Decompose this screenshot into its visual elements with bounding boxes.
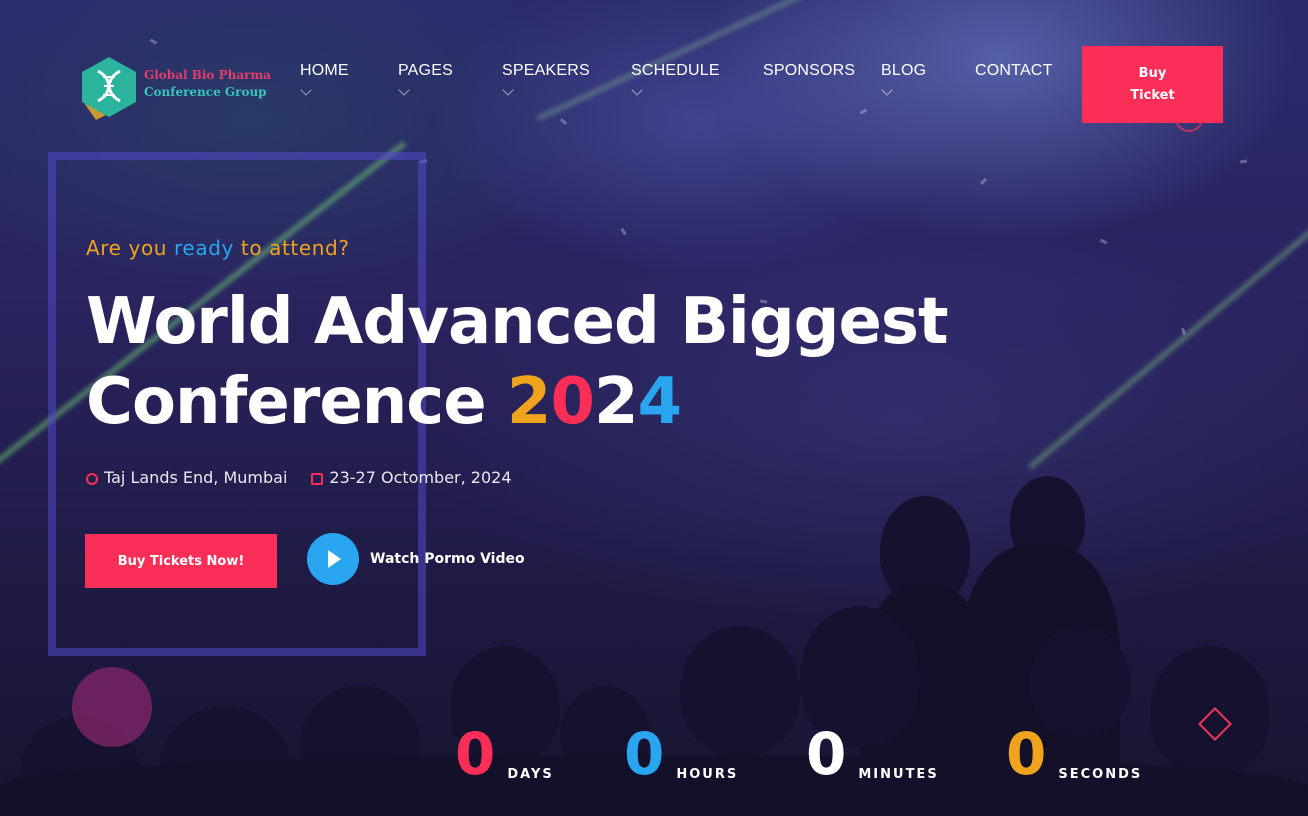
chevron-down-icon [502, 84, 514, 96]
nav-item-contact[interactable]: CONTACT [975, 62, 1053, 80]
countdown-minutes-label: MINUTES [858, 767, 939, 782]
chevron-down-icon [881, 84, 893, 96]
event-meta: Taj Lands End, Mumbai 23-27 Octomber, 20… [86, 468, 512, 487]
light-beam [535, 0, 865, 122]
chevron-down-icon [631, 84, 643, 96]
tagline-part: to attend? [233, 236, 350, 260]
watch-video-link[interactable]: Watch Pormo Video [370, 551, 525, 567]
hero-tagline: Are you ready to attend? [86, 236, 350, 260]
buy-tickets-now-button[interactable]: Buy Tickets Now! [85, 534, 277, 588]
nav-item-label: SCHEDULE [631, 62, 720, 79]
hero-title: World Advanced Biggest Conference 2024 [86, 282, 949, 442]
nav-item-label: SPEAKERS [502, 62, 590, 79]
decorative-circle [72, 667, 152, 747]
nav-item-speakers[interactable]: SPEAKERS [502, 62, 590, 96]
tagline-highlight: ready [174, 236, 234, 260]
title-line2: Conference [86, 365, 507, 439]
countdown-hours-label: HOURS [676, 767, 739, 782]
nav-item-pages[interactable]: PAGES [398, 62, 453, 96]
countdown-minutes: 0 MINUTES [806, 724, 939, 784]
calendar-icon [311, 472, 324, 485]
nav-item-label: PAGES [398, 62, 453, 79]
buy-ticket-label: Buy Ticket [1130, 65, 1175, 103]
year-digit: 2 [593, 365, 639, 439]
year-digit: 4 [637, 365, 683, 439]
countdown-days: 0 DAYS [455, 724, 554, 784]
event-location: Taj Lands End, Mumbai [104, 468, 288, 487]
countdown-seconds-label: SECONDS [1058, 767, 1143, 782]
nav-item-schedule[interactable]: SCHEDULE [631, 62, 720, 96]
countdown-hours: 0 HOURS [624, 724, 738, 784]
countdown-hours-value: 0 [624, 720, 665, 788]
year-digit: 2 [506, 365, 552, 439]
nav-item-home[interactable]: HOME [300, 62, 349, 96]
title-highlight-word: Biggest [680, 282, 949, 362]
play-icon[interactable] [307, 533, 359, 585]
nav-item-label: SPONSORS [763, 62, 856, 79]
nav-item-blog[interactable]: BLOG [881, 62, 927, 96]
chevron-down-icon [398, 84, 410, 96]
countdown-days-value: 0 [455, 720, 496, 788]
buy-ticket-button[interactable]: Buy Ticket [1082, 46, 1223, 123]
year-digit: 0 [550, 365, 595, 439]
nav-item-label: HOME [300, 62, 349, 79]
tagline-part: Are you [86, 236, 175, 260]
countdown-days-label: DAYS [507, 767, 554, 782]
title-line1: World Advanced [86, 285, 681, 359]
light-beam [1027, 195, 1308, 471]
nav-item-sponsors[interactable]: SPONSORS [763, 62, 855, 80]
countdown-minutes-value: 0 [806, 720, 847, 788]
nav-item-label: CONTACT [975, 62, 1053, 79]
countdown-seconds: 0 SECONDS [1006, 724, 1142, 784]
event-date: 23-27 Octomber, 2024 [329, 468, 512, 487]
clock-icon [86, 472, 98, 485]
countdown-seconds-value: 0 [1006, 720, 1047, 788]
chevron-down-icon [300, 84, 312, 96]
nav-item-label: BLOG [881, 62, 927, 79]
